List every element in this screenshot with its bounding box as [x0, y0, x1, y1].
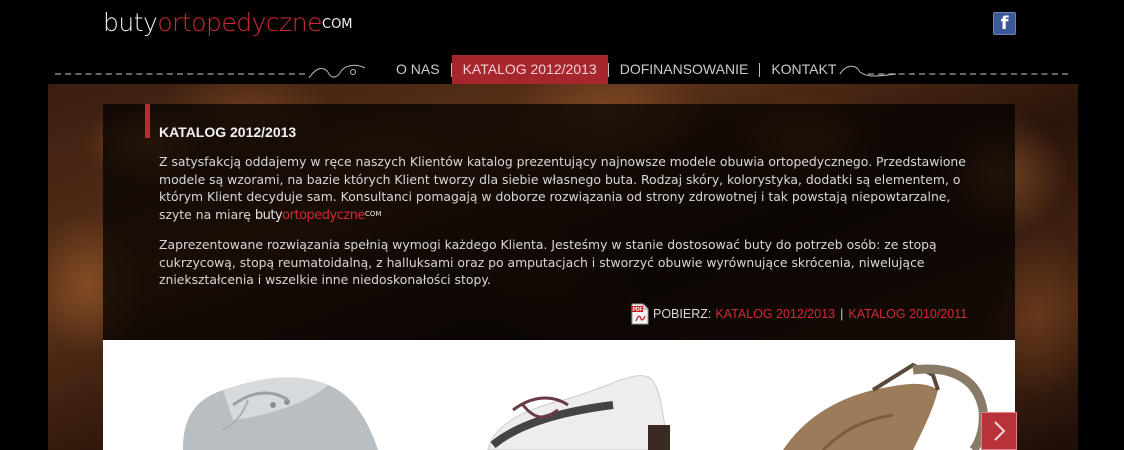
header-divider-right [868, 73, 1068, 75]
inline-logo-com: COM [364, 209, 382, 218]
nav-item-o-nas[interactable]: O NAS [385, 55, 451, 84]
inline-logo-buty: buty [254, 207, 283, 223]
inline-logo-ortopedyczne: ortopedyczne [282, 207, 365, 223]
nav-item-kontakt[interactable]: KONTAKT [760, 55, 847, 84]
pdf-icon: PDF [631, 303, 649, 325]
nav-item-dofinansowanie[interactable]: DOFINANSOWANIE [609, 55, 760, 84]
facebook-glyph: f [1000, 13, 1009, 34]
katalog-2012-link[interactable]: KATALOG 2012/2013 [715, 307, 835, 321]
svg-text:PDF: PDF [633, 307, 643, 313]
intro-paragraph: Z satysfakcją oddajemy w ręce naszych Kl… [159, 153, 979, 224]
download-separator: | [840, 307, 844, 321]
nav-item-katalog[interactable]: KATALOG 2012/2013 [451, 55, 608, 84]
white-shoe-image[interactable] [463, 365, 683, 450]
chevron-right-icon [994, 421, 1006, 441]
ornament-left-icon [308, 64, 366, 79]
carousel-next-button[interactable] [981, 412, 1017, 450]
suede-sandal-image[interactable] [763, 360, 1003, 450]
main-nav: O NAS KATALOG 2012/2013 DOFINANSOWANIE K… [385, 55, 847, 84]
product-carousel [103, 340, 1015, 450]
header-divider-left [55, 73, 305, 75]
katalog-2010-link[interactable]: KATALOG 2010/2011 [848, 307, 967, 321]
logo-text-ortopedyczne: ortopedyczne [157, 8, 322, 37]
grey-shoe-image[interactable] [163, 360, 403, 450]
site-logo[interactable]: butyortopedyczneCOM [103, 8, 353, 38]
logo-text-com: COM [322, 17, 353, 32]
logo-text-buty: buty [103, 8, 158, 37]
facebook-icon[interactable]: f [993, 12, 1016, 35]
title-accent-bar [145, 104, 150, 138]
download-row: PDF POBIERZ: KATALOG 2012/2013 | KATALOG… [631, 303, 967, 325]
download-label: POBIERZ: [653, 307, 712, 321]
inline-logo: butyortopedyczneCOM [255, 208, 382, 223]
solutions-paragraph: Zaprezentowane rozwiązania spełnią wymog… [159, 237, 937, 287]
page-title: KATALOG 2012/2013 [159, 124, 297, 140]
